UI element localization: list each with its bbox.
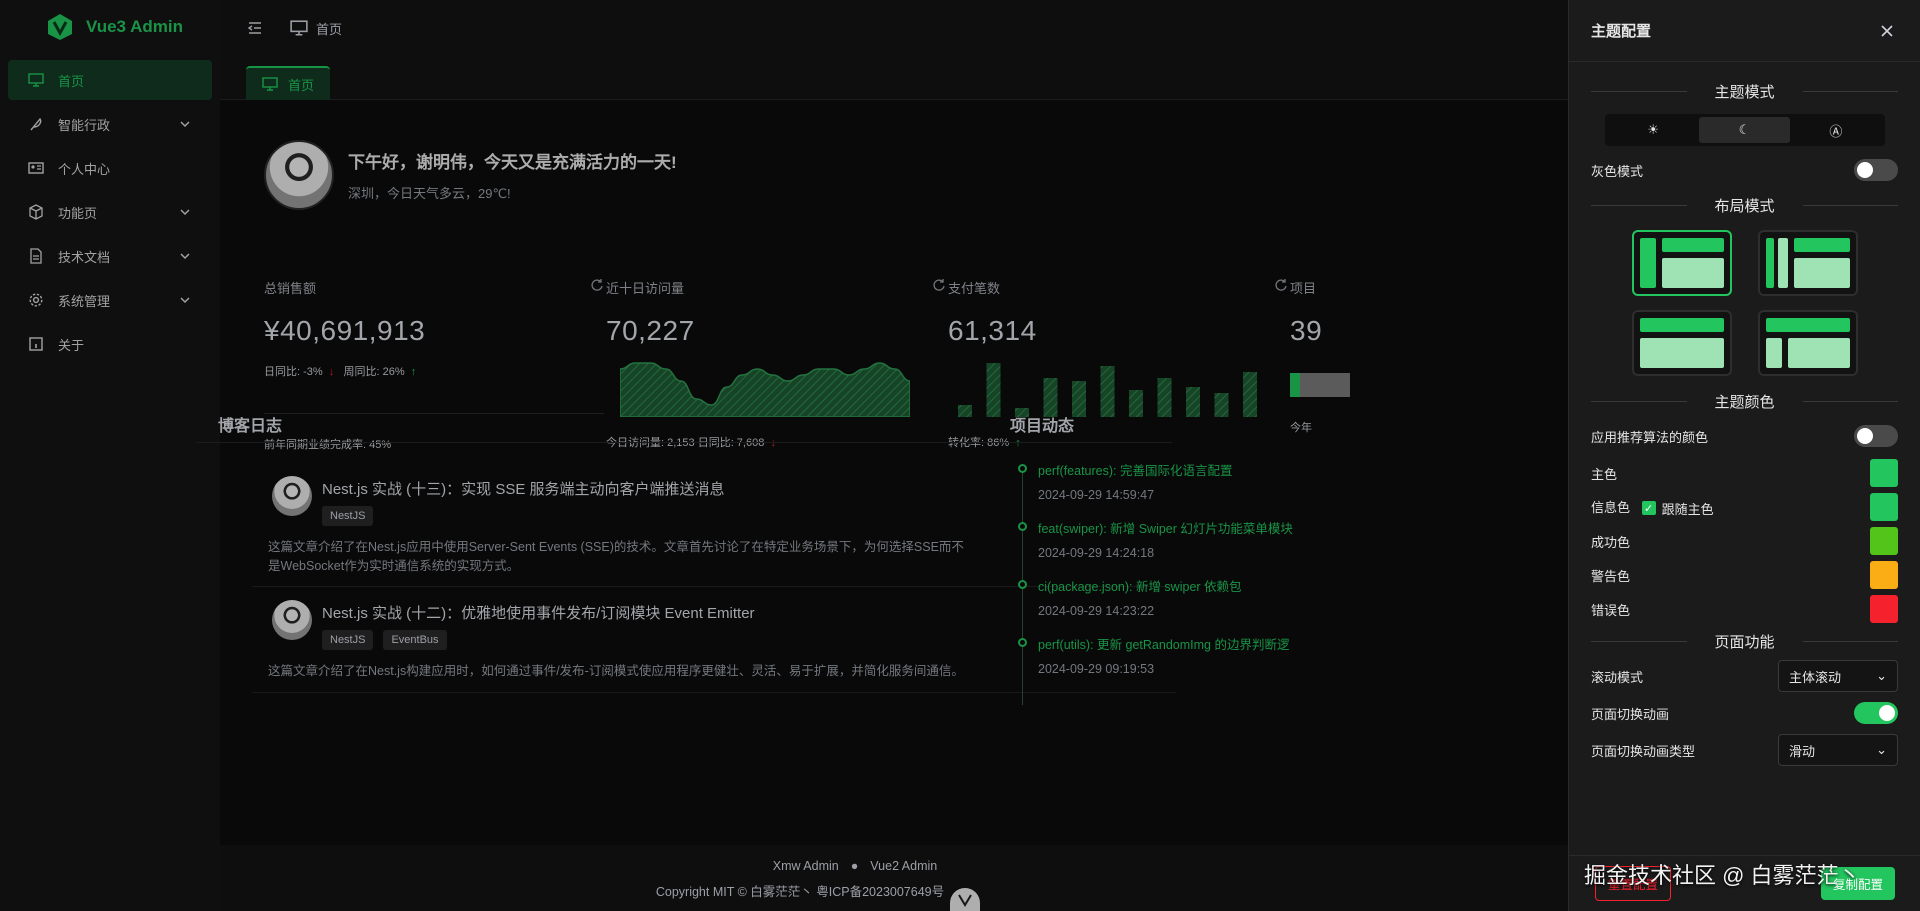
layout-options (1569, 230, 1920, 376)
layout-side-option[interactable] (1631, 230, 1732, 296)
layout-top-option[interactable] (1631, 310, 1732, 376)
success-color-swatch[interactable] (1870, 527, 1898, 555)
gray-mode-switch[interactable] (1854, 159, 1898, 181)
check-icon: ✓ (1641, 501, 1656, 515)
warning-color-swatch[interactable] (1870, 561, 1898, 589)
drawer-header: 主题配置 (1569, 0, 1920, 62)
info-color-swatch[interactable] (1870, 493, 1898, 521)
error-color-swatch[interactable] (1870, 595, 1898, 623)
page-anim-type-row: 页面切换动画类型 滑动 ⌄ (1591, 730, 1898, 770)
follow-primary-checkbox[interactable]: ✓ 跟随主色 (1641, 499, 1714, 518)
light-mode-icon[interactable]: ☀ (1608, 117, 1699, 143)
error-color-row: 错误色 (1591, 592, 1898, 626)
info-color-group: 信息色 ✓ 跟随主色 (1591, 497, 1714, 518)
info-color-row: 信息色 ✓ 跟随主色 (1591, 490, 1898, 524)
scroll-mode-row: 滚动模式 主体滚动 ⌄ (1591, 656, 1898, 696)
success-color-row: 成功色 (1591, 524, 1898, 558)
chevron-down-icon: ⌄ (1876, 742, 1887, 757)
gray-mode-row: 灰色模式 (1591, 150, 1898, 190)
follow-primary-label: 跟随主色 (1661, 501, 1714, 517)
algo-color-label: 应用推荐算法的颜色 (1591, 429, 1709, 445)
algo-color-switch[interactable] (1854, 425, 1898, 447)
section-theme-mode: 主题模式 (1591, 76, 1898, 106)
scroll-mode-label: 滚动模式 (1591, 669, 1644, 685)
layout-mix-option[interactable] (1757, 310, 1858, 376)
primary-color-swatch[interactable] (1870, 459, 1898, 487)
select-value: 主体滚动 (1789, 669, 1842, 685)
color-label: 主色 (1591, 466, 1618, 482)
section-label: 页面功能 (1714, 633, 1775, 651)
drawer-mask[interactable] (0, 0, 1568, 911)
page-anim-type-label: 页面切换动画类型 (1591, 743, 1696, 759)
auto-mode-icon[interactable]: Ⓐ (1790, 117, 1881, 143)
gray-mode-label: 灰色模式 (1591, 163, 1644, 179)
color-label: 错误色 (1591, 602, 1631, 618)
section-label: 主题颜色 (1714, 393, 1775, 411)
page-anim-switch[interactable] (1854, 702, 1898, 724)
page-anim-row: 页面切换动画 (1591, 696, 1898, 730)
theme-mode-segmented: ☀ ☾ Ⓐ (1604, 114, 1885, 146)
dark-mode-icon[interactable]: ☾ (1698, 117, 1791, 143)
section-theme-color: 主题颜色 (1591, 386, 1898, 416)
warning-color-row: 警告色 (1591, 558, 1898, 592)
layout-double-side-option[interactable] (1757, 230, 1858, 296)
algo-color-row: 应用推荐算法的颜色 (1591, 416, 1898, 456)
chevron-down-icon: ⌄ (1876, 668, 1887, 683)
color-label: 警告色 (1591, 568, 1631, 584)
watermark: 掘金技术社区 @ 白雾茫茫丶 (1584, 863, 1861, 888)
color-label: 成功色 (1591, 534, 1631, 550)
section-layout-mode: 布局模式 (1591, 190, 1898, 220)
select-value: 滑动 (1789, 743, 1816, 759)
page-anim-label: 页面切换动画 (1591, 706, 1670, 722)
primary-color-row: 主色 (1591, 456, 1898, 490)
scroll-mode-select[interactable]: 主体滚动 ⌄ (1778, 660, 1898, 692)
section-label: 主题模式 (1714, 83, 1775, 101)
close-icon[interactable] (1880, 24, 1894, 38)
section-page-features: 页面功能 (1591, 626, 1898, 656)
color-label: 信息色 (1591, 499, 1631, 515)
theme-config-drawer: 主题配置 主题模式 ☀ ☾ Ⓐ 灰色模式 布局模式 主题颜色 应用推荐算法的颜色… (1568, 0, 1920, 911)
section-label: 布局模式 (1714, 197, 1775, 215)
page-anim-type-select[interactable]: 滑动 ⌄ (1778, 734, 1898, 766)
drawer-title: 主题配置 (1591, 23, 1652, 40)
